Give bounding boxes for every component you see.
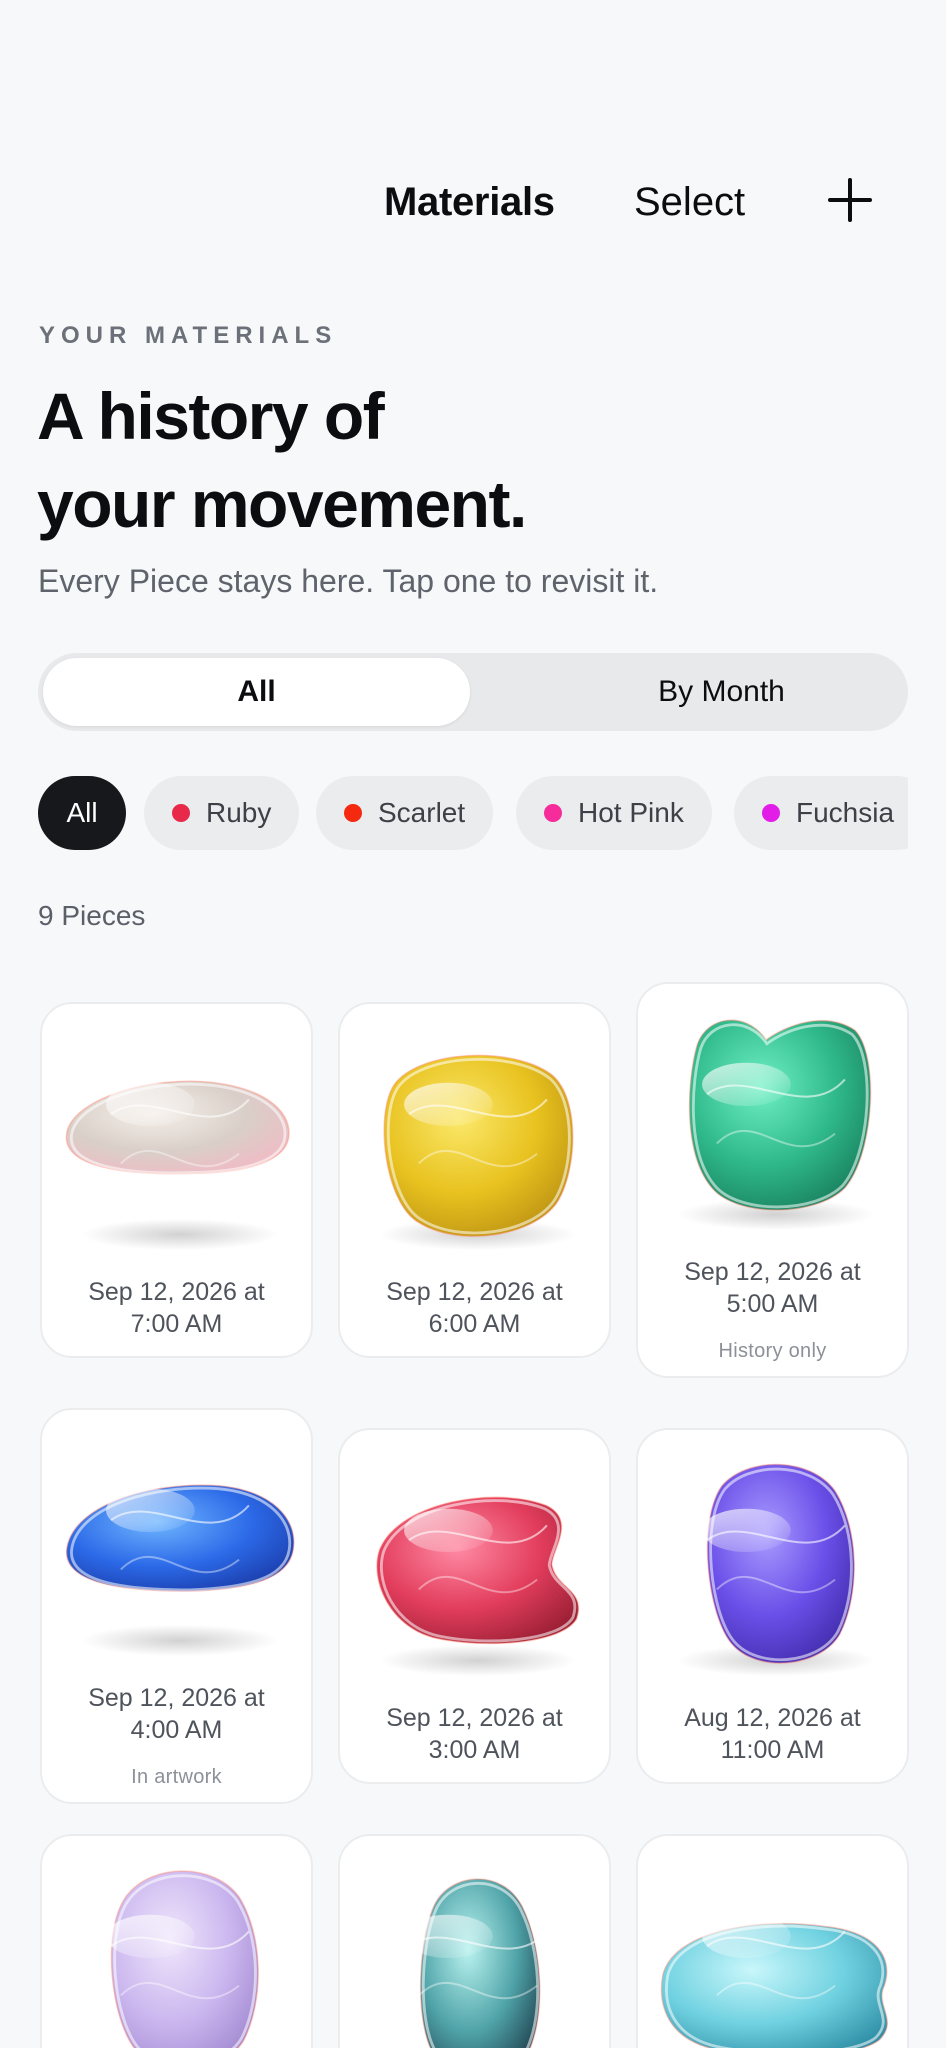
- piece-date: Sep 12, 2026 at 6:00 AM: [340, 1276, 609, 1340]
- chip-label: Hot Pink: [578, 797, 684, 828]
- filter-chip-ruby[interactable]: Ruby: [144, 776, 300, 850]
- piece-preview-image: [42, 1410, 311, 1660]
- piece-date-line-1: Sep 12, 2026 at: [386, 1704, 563, 1732]
- page-subtitle: Every Piece stays here. Tap one to revis…: [38, 563, 659, 599]
- piece-date-line-2: 6:00 AM: [428, 1310, 521, 1338]
- piece-date-line-1: Sep 12, 2026 at: [88, 1684, 265, 1712]
- chip-label: Ruby: [206, 797, 272, 828]
- segment-all[interactable]: All: [43, 658, 470, 726]
- nav-title: Materials: [384, 180, 555, 224]
- headline-line-1: A history of: [37, 379, 385, 453]
- piece-card[interactable]: Sep 12, 2026 at 3:00 AM: [338, 1428, 611, 1784]
- piece-card[interactable]: [338, 1834, 611, 2048]
- piece-date-line-2: 3:00 AM: [428, 1736, 521, 1764]
- piece-preview-image: [638, 1836, 907, 2048]
- piece-date-line-1: Aug 12, 2026 at: [684, 1704, 861, 1732]
- filter-chip-all[interactable]: All: [38, 776, 126, 850]
- piece-date: Aug 12, 2026 at 11:00 AM: [638, 1702, 907, 1766]
- piece-count: 9 Pieces: [38, 900, 146, 931]
- piece-date-line-2: 5:00 AM: [726, 1290, 819, 1318]
- piece-card[interactable]: Sep 12, 2026 at 4:00 AM In artwork: [40, 1408, 313, 1804]
- piece-date-line-1: Sep 12, 2026 at: [88, 1278, 265, 1306]
- piece-preview-image: [340, 1430, 609, 1680]
- piece-status-label: In artwork: [131, 1766, 222, 1788]
- color-dot-icon: [172, 804, 190, 822]
- piece-preview-image: [340, 1836, 609, 2048]
- color-filter-chips: All Ruby Scarlet Hot Pink Fuchsia: [38, 776, 908, 852]
- piece-card[interactable]: Sep 12, 2026 at 6:00 AM: [338, 1002, 611, 1358]
- piece-preview-image: [42, 1836, 311, 2048]
- piece-preview-image: [638, 1430, 907, 1680]
- chip-label: Scarlet: [378, 797, 466, 828]
- piece-card[interactable]: [636, 1834, 909, 2048]
- piece-card[interactable]: Sep 12, 2026 at 5:00 AM History only: [636, 982, 909, 1378]
- filter-chip-hot-pink[interactable]: Hot Pink: [516, 776, 712, 850]
- piece-date-line-1: Sep 12, 2026 at: [386, 1278, 563, 1306]
- nav-bar: Materials Select: [0, 170, 946, 240]
- color-dot-icon: [762, 804, 780, 822]
- color-dot-icon: [544, 804, 562, 822]
- piece-date-line-2: 4:00 AM: [130, 1716, 223, 1744]
- piece-status-label: History only: [718, 1340, 827, 1362]
- filter-chip-scarlet[interactable]: Scarlet: [316, 776, 494, 850]
- piece-date-line-1: Sep 12, 2026 at: [684, 1258, 861, 1286]
- segment-by-month[interactable]: By Month: [508, 658, 935, 726]
- piece-card[interactable]: [40, 1834, 313, 2048]
- piece-date: Sep 12, 2026 at 5:00 AM: [638, 1256, 907, 1320]
- select-button[interactable]: Select: [634, 180, 745, 225]
- section-eyebrow: YOUR MATERIALS: [39, 322, 338, 349]
- piece-date: Sep 12, 2026 at 4:00 AM: [42, 1682, 311, 1746]
- piece-card[interactable]: Aug 12, 2026 at 11:00 AM: [636, 1428, 909, 1784]
- piece-date: Sep 12, 2026 at 7:00 AM: [42, 1276, 311, 1340]
- piece-card[interactable]: Sep 12, 2026 at 7:00 AM: [40, 1002, 313, 1358]
- headline-line-2: your movement.: [37, 467, 527, 541]
- page-headline: A history of your movement.: [37, 372, 737, 548]
- piece-preview-image: [638, 984, 907, 1234]
- view-segmented-control: All By Month: [38, 653, 908, 731]
- color-dot-icon: [344, 804, 362, 822]
- filter-chip-fuchsia[interactable]: Fuchsia: [734, 776, 908, 850]
- chip-label: Fuchsia: [796, 797, 895, 828]
- piece-date-line-2: 7:00 AM: [130, 1310, 223, 1338]
- piece-preview-image: [42, 1004, 311, 1254]
- chip-label: All: [66, 797, 98, 828]
- piece-date-line-2: 11:00 AM: [720, 1736, 825, 1764]
- plus-icon[interactable]: [828, 178, 872, 222]
- piece-preview-image: [340, 1004, 609, 1254]
- piece-date: Sep 12, 2026 at 3:00 AM: [340, 1702, 609, 1766]
